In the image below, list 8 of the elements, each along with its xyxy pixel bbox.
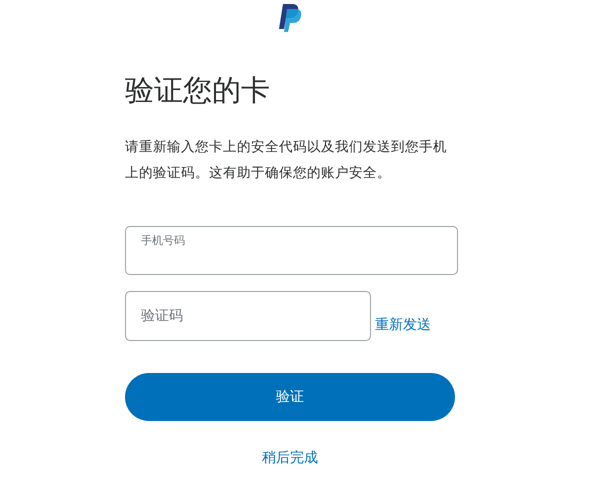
page-title: 验证您的卡 (125, 72, 271, 109)
later-link[interactable]: 稍后完成 (262, 449, 318, 467)
description: 请重新输入您卡上的安全代码以及我们发送到您手机上的验证码。这有助于确保您的账户安全。 (125, 138, 448, 183)
verify-button[interactable]: 验证 (125, 373, 455, 421)
logo-icon (278, 4, 302, 32)
phone-field[interactable]: 手机号码 (125, 226, 458, 275)
code-field[interactable]: 验证码 (125, 291, 371, 341)
resend-link[interactable]: 重新发送 (375, 316, 431, 334)
